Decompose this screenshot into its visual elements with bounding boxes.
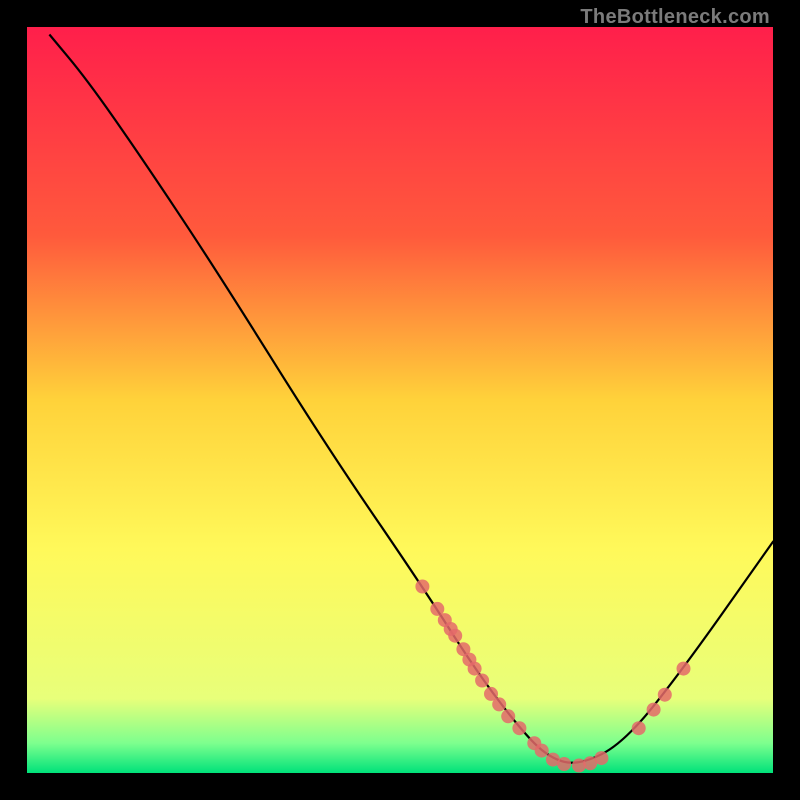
- data-marker: [677, 662, 691, 676]
- data-marker: [632, 721, 646, 735]
- data-marker: [658, 688, 672, 702]
- data-marker: [512, 721, 526, 735]
- data-marker: [501, 709, 515, 723]
- gradient-bg: [27, 27, 773, 773]
- watermark-text: TheBottleneck.com: [580, 6, 770, 29]
- data-marker: [448, 629, 462, 643]
- data-marker: [557, 757, 571, 771]
- data-marker: [492, 697, 506, 711]
- data-marker: [647, 703, 661, 717]
- data-marker: [535, 744, 549, 758]
- data-marker: [415, 580, 429, 594]
- plot-area: [27, 27, 773, 773]
- data-marker: [594, 751, 608, 765]
- chart-frame: TheBottleneck.com: [0, 0, 800, 800]
- data-marker: [475, 674, 489, 688]
- chart-svg: [27, 27, 773, 773]
- data-marker: [468, 662, 482, 676]
